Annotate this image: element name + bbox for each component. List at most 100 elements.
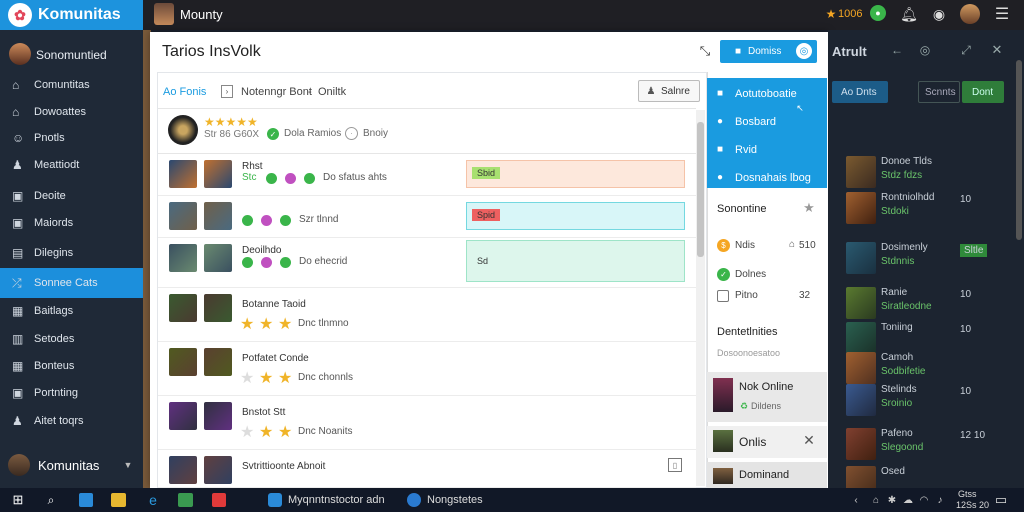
table-row[interactable]: Rhst Stc Do sfatus ahts Sbid	[158, 154, 696, 196]
sidebar-item[interactable]: ♟ Meattiodt	[0, 154, 143, 178]
card-1-title: Nok Online	[739, 381, 794, 393]
taskbar-app-1-label[interactable]: Myqnntnstoctor adn	[288, 494, 385, 506]
bg-list-item[interactable]: Ranie Siratleodne 10	[832, 287, 1012, 321]
menu-icon[interactable]: ☰	[992, 5, 1012, 23]
breadcrumb-tail[interactable]: Oniltk	[318, 86, 346, 98]
table-row[interactable]: Bnstot Stt ★ ★ ★ Dnc Noanits	[158, 396, 696, 450]
user-avatar[interactable]	[960, 4, 980, 24]
right-menu-item[interactable]: ● Bosbard	[707, 112, 827, 134]
grid-icon: ▦	[12, 304, 24, 318]
sidebar-item[interactable]: ▤ Dilegins	[0, 242, 143, 266]
tray-wifi-icon[interactable]: ◠	[918, 494, 930, 506]
sidebar-item-label: Bonteus	[34, 360, 75, 372]
bg-list-item[interactable]: Stelinds Sroinio 10	[832, 384, 1012, 418]
bg-list-item[interactable]: Donoe Tlds Stdz fdzs	[832, 156, 1012, 190]
bg-list-item[interactable]: Dosimenly Stdnnis Sltle	[832, 242, 1012, 276]
taskbar-date[interactable]: 12Ss 20	[956, 500, 989, 510]
close-icon[interactable]: ✕	[802, 432, 816, 448]
notification-icon[interactable]: ▭	[992, 492, 1010, 508]
cursor-icon: ↖	[796, 102, 804, 113]
bg-list-item[interactable]: Rontniolhdd Stdoki 10	[832, 192, 1012, 226]
target-icon[interactable]: ◎	[918, 43, 932, 57]
card-2-thumb	[713, 430, 733, 452]
row-thumb	[204, 160, 232, 188]
arrow-left-icon[interactable]: ←	[890, 43, 904, 57]
right-section-1: Sonontine	[717, 203, 767, 215]
taskbar-app-2-label[interactable]: Nongstetes	[427, 494, 483, 506]
sidebar-item[interactable]: ▣ Deoite	[0, 185, 143, 209]
right-menu-item[interactable]: ■ Aotutoboatie	[707, 84, 827, 106]
progress-bar: Sd	[466, 240, 685, 282]
bg-button-1-label: Ao Dnts	[841, 87, 877, 98]
taskbar-app-2-icon[interactable]	[407, 493, 421, 507]
bookmark-icon[interactable]: ▯	[668, 458, 682, 472]
home-icon: ⌂	[12, 105, 20, 119]
bg-item-value: 10	[960, 289, 972, 300]
bg-close-icon[interactable]: ✕	[990, 42, 1004, 57]
sidebar-item[interactable]: ▥ Setodes	[0, 328, 143, 352]
row-thumb	[169, 244, 197, 272]
folder-app-icon[interactable]	[111, 493, 126, 507]
status-dot-icon	[261, 257, 272, 268]
sidebar-item[interactable]: ♟ Aitet toqrs	[0, 410, 143, 434]
tray-volume-icon[interactable]: ♪	[934, 494, 946, 506]
file-icon: ▥	[12, 332, 24, 346]
sidebar-item[interactable]: ▣ Maiords	[0, 212, 143, 236]
status-icon[interactable]: ●	[870, 5, 886, 21]
table-row[interactable]: Deoilhdo Do ehecrid Sd	[158, 238, 696, 288]
bg-list-item[interactable]: Pafeno Slegoond 12 10	[832, 428, 1012, 462]
bell-icon[interactable]: 🔔︎	[900, 5, 918, 23]
right-list-1[interactable]: Ndis	[735, 240, 755, 251]
app-red-icon[interactable]	[212, 493, 226, 507]
scrollbar-thumb[interactable]	[697, 122, 704, 257]
tray-network-icon[interactable]: ⌂	[870, 494, 882, 506]
sidebar-profile-avatar[interactable]	[9, 43, 31, 65]
right-list-2[interactable]: Dolnes	[735, 269, 766, 280]
star-outline-icon[interactable]: ★	[802, 200, 816, 215]
breadcrumb[interactable]: Notenngr Bont	[241, 86, 312, 98]
table-row[interactable]: Svtrittioonte Abnoit	[158, 450, 696, 488]
checkbox-icon[interactable]	[717, 290, 729, 302]
sidebar-bottom-avatar	[8, 454, 30, 476]
edge-icon[interactable]: e	[145, 492, 161, 508]
row-title: Potfatet Conde	[242, 353, 309, 364]
search-icon[interactable]: ⌕	[43, 492, 59, 508]
points-count: 1006	[838, 8, 863, 20]
sidebar-item[interactable]: ⌂ Comuntitas	[0, 74, 143, 98]
taskbar-time[interactable]: Gtss	[958, 489, 977, 499]
expand-icon[interactable]: ⤢	[959, 43, 973, 57]
bg-list-item[interactable]: Toniing 10	[832, 322, 1012, 356]
chart-icon: ▤	[12, 246, 24, 260]
windows-icon[interactable]: ⊞	[10, 492, 26, 508]
table-row[interactable]: Potfatet Conde ★ ★ ★ Dnc chonnls	[158, 342, 696, 396]
bg-item-sub: Slegoond	[881, 442, 924, 453]
table-row[interactable]: Botanne Taoid ★ ★ ★ Dnc tlnmno	[158, 288, 696, 342]
store-icon[interactable]	[178, 493, 193, 507]
tab-active[interactable]: Ao Fonis	[163, 86, 206, 98]
bg-item-sub: Stdoki	[881, 206, 909, 217]
sidebar-item[interactable]: ☺ Pnotls	[0, 127, 143, 151]
bg-scrollbar[interactable]	[1016, 60, 1022, 240]
shrink-icon[interactable]: ⤡	[696, 42, 714, 60]
taskbar-app-1-icon[interactable]	[268, 493, 282, 507]
taskview-icon[interactable]	[79, 493, 93, 507]
tray-arrow-icon[interactable]: ‹	[851, 494, 861, 506]
bg-list-item[interactable]: Camoh Sodbifetie	[832, 352, 1012, 386]
sidebar-item-label: Deoite	[34, 190, 66, 202]
sidebar-item[interactable]: ▦ Baitlags	[0, 300, 143, 324]
bg-item-title: Stelinds	[881, 384, 917, 395]
right-menu-item[interactable]: ■ Rvid	[707, 140, 827, 162]
modal-title: Tarios InsVolk	[162, 43, 261, 60]
table-row[interactable]: Szr tlnnd Spid	[158, 196, 696, 238]
tray-bt-icon[interactable]: ✱	[886, 494, 898, 506]
sidebar-item[interactable]: ▦ Bonteus	[0, 355, 143, 379]
sidebar-item[interactable]: ⤮ Sonnee Cats	[0, 272, 143, 296]
right-menu-item[interactable]: ● Dosnahais lbog	[707, 168, 827, 190]
tray-onedrive-icon[interactable]: ☁	[902, 494, 914, 506]
chevron-down-icon[interactable]: ▼	[122, 459, 134, 471]
right-list-3[interactable]: Pitno	[735, 290, 758, 301]
chat-icon[interactable]: ◉	[930, 5, 948, 23]
top-avatar[interactable]	[154, 3, 174, 25]
sidebar-item[interactable]: ⌂ Dowoattes	[0, 101, 143, 125]
sidebar-item[interactable]: ▣ Portnting	[0, 382, 143, 406]
